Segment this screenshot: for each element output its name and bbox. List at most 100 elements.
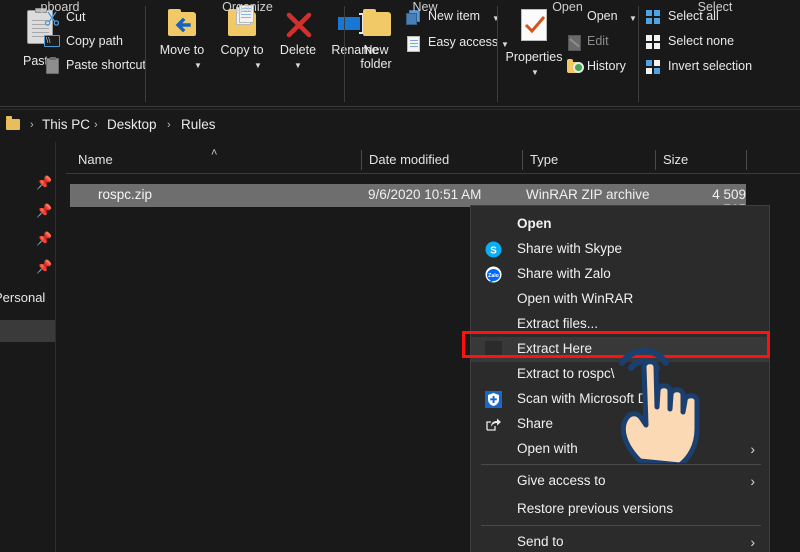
nav-item-selected[interactable]	[0, 320, 56, 342]
menu-item-open[interactable]: Open	[471, 212, 769, 237]
chevron-right-icon: ›	[750, 441, 755, 457]
history-button[interactable]: History	[567, 58, 647, 78]
svg-text:Zalo: Zalo	[488, 273, 499, 279]
table-row[interactable]: rospc.zip 9/6/2020 10:51 AM WinRAR ZIP a…	[70, 184, 746, 207]
invert-selection-label: Invert selection	[668, 59, 752, 73]
file-date-modified: 9/6/2020 10:51 AM	[368, 187, 481, 202]
new-folder-label: New folder	[352, 43, 400, 71]
paste-shortcut-label: Paste shortcut	[66, 58, 146, 72]
menu-item-extract-to-folder-label: Extract to rospc\	[517, 366, 615, 381]
menu-item-open-with-label: Open with	[517, 441, 578, 456]
folder-copy-icon	[228, 12, 256, 36]
easy-access-label: Easy access	[428, 35, 498, 49]
group-label-clipboard: pboard	[0, 0, 120, 14]
select-none-icon	[646, 35, 661, 50]
menu-item-share-label: Share	[517, 416, 553, 431]
properties-label: Properties	[503, 50, 565, 64]
delete-x-icon	[286, 12, 312, 38]
select-none-button[interactable]: Select none	[646, 33, 786, 53]
group-label-organize: Organize	[150, 0, 345, 14]
navigation-pane: s 📌 s 📌 s 📌 📌 Personal	[0, 142, 56, 552]
edit-label: Edit	[587, 34, 609, 48]
menu-item-open-with-winrar[interactable]: Open with WinRAR	[471, 287, 769, 312]
column-divider-3[interactable]	[655, 150, 656, 170]
easy-access-button[interactable]: Easy access ▼	[406, 34, 511, 54]
history-icon	[567, 60, 583, 74]
column-header-row: ˄ Name Date modified Type Size	[66, 146, 800, 174]
breadcrumb-item-rules[interactable]: Rules	[181, 117, 216, 132]
move-to-chevron-down-icon[interactable]: ▼	[194, 59, 202, 73]
properties-chevron-down-icon[interactable]: ▼	[531, 66, 539, 80]
paste-shortcut-button[interactable]: Paste shortcut	[44, 57, 174, 77]
file-explorer-window: Paste Cut \\ Copy path	[0, 0, 800, 552]
tap-hand-cursor	[610, 333, 740, 463]
chevron-right-icon: ›	[750, 534, 755, 550]
sort-ascending-icon[interactable]: ˄	[211, 147, 217, 159]
column-header-name[interactable]: Name	[78, 152, 113, 167]
column-divider-1[interactable]	[361, 150, 362, 170]
column-header-type[interactable]: Type	[530, 152, 558, 167]
open-chevron-down-icon[interactable]: ▼	[629, 14, 637, 23]
file-name: rospc.zip	[98, 187, 152, 202]
menu-item-give-access-to[interactable]: Give access to ›	[471, 469, 769, 494]
zalo-icon: Zalo	[485, 266, 502, 283]
column-header-size[interactable]: Size	[663, 152, 688, 167]
windows-defender-icon	[485, 391, 502, 408]
menu-item-share-with-skype[interactable]: S Share with Skype	[471, 237, 769, 262]
group-label-select: Select	[640, 0, 790, 14]
chevron-right-icon: ›	[750, 473, 755, 489]
copy-path-icon: \\	[44, 35, 60, 47]
folder-move-icon	[168, 12, 196, 36]
column-divider-4[interactable]	[746, 150, 747, 170]
menu-item-extract-files-label: Extract files...	[517, 316, 598, 331]
invert-selection-icon	[646, 60, 661, 75]
menu-item-send-to-label: Send to	[517, 534, 564, 549]
breadcrumb-item-this-pc[interactable]: This PC	[42, 117, 90, 132]
menu-item-share-with-zalo-label: Share with Zalo	[517, 266, 611, 281]
easy-access-chevron-down-icon[interactable]: ▼	[501, 40, 509, 49]
breadcrumb-item-desktop[interactable]: Desktop	[107, 117, 157, 132]
nav-item-personal[interactable]: Personal	[0, 290, 45, 305]
new-folder-icon	[363, 12, 391, 36]
invert-selection-button[interactable]: Invert selection	[646, 58, 796, 78]
new-item-chevron-down-icon[interactable]: ▼	[492, 14, 500, 23]
navigation-divider	[55, 142, 56, 552]
breadcrumb-separator-0: ›	[30, 119, 34, 131]
column-header-date-modified[interactable]: Date modified	[369, 152, 449, 167]
history-label: History	[587, 59, 626, 73]
winrar-icon	[485, 291, 502, 308]
menu-item-restore-previous-versions[interactable]: Restore previous versions	[471, 497, 769, 522]
file-type: WinRAR ZIP archive	[526, 187, 650, 202]
ribbon-toolbar: Paste Cut \\ Copy path	[0, 0, 800, 110]
paste-shortcut-icon	[46, 58, 59, 74]
copy-to-label-1: Copy to	[214, 43, 270, 57]
menu-item-open-with-winrar-label: Open with WinRAR	[517, 291, 633, 306]
ribbon-divider	[0, 106, 800, 107]
skype-icon: S	[485, 241, 502, 258]
ribbon-group-labels-row	[0, 86, 800, 106]
group-label-new: New	[350, 0, 500, 14]
pin-icon: 📌	[36, 260, 49, 273]
menu-item-restore-previous-versions-label: Restore previous versions	[517, 501, 673, 516]
pin-icon: 📌	[36, 232, 49, 245]
breadcrumb-separator-1: ›	[94, 119, 98, 131]
delete-chevron-down-icon[interactable]: ▼	[294, 59, 302, 73]
menu-item-give-access-to-label: Give access to	[517, 473, 606, 488]
menu-separator-1	[481, 464, 761, 465]
copy-path-label: Copy path	[66, 34, 123, 48]
move-to-label-1: Move to	[154, 43, 210, 57]
copy-to-chevron-down-icon[interactable]: ▼	[254, 59, 262, 73]
column-divider-2[interactable]	[522, 150, 523, 170]
pin-icon: 📌	[36, 204, 49, 217]
folder-icon	[6, 119, 20, 130]
breadcrumb-separator-2: ›	[167, 119, 171, 131]
edit-button[interactable]: Edit	[567, 33, 637, 53]
menu-item-share-with-zalo[interactable]: Zalo Share with Zalo	[471, 262, 769, 287]
menu-separator-2	[481, 525, 761, 526]
share-icon	[485, 416, 502, 433]
edit-icon	[568, 35, 581, 51]
easy-access-icon	[407, 36, 420, 52]
copy-path-button[interactable]: \\ Copy path	[44, 33, 154, 53]
breadcrumb[interactable]: › This PC › Desktop › Rules	[0, 110, 800, 142]
menu-item-send-to[interactable]: Send to ›	[471, 530, 769, 552]
